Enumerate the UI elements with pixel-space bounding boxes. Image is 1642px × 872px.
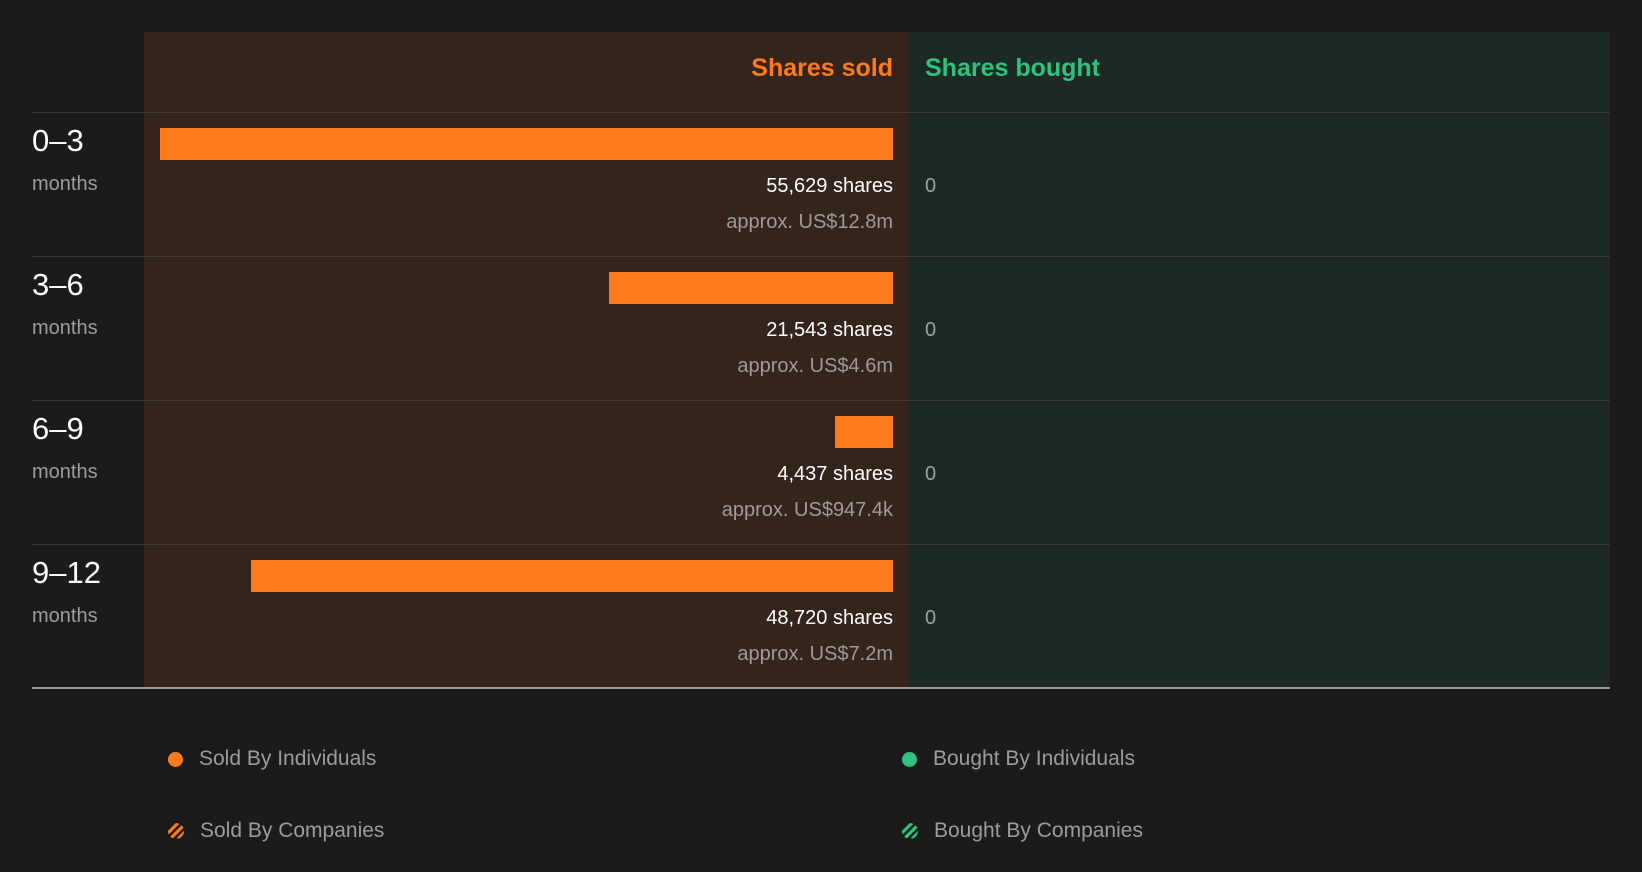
insider-trading-chart: Shares sold Shares bought 0–3 months 55,62… [0, 0, 1642, 700]
legend: Sold By Individuals Bought By Individual… [0, 700, 1642, 872]
legend-label: Bought By Companies [934, 819, 1143, 842]
shares-sold-header: Shares sold [751, 54, 893, 82]
row-period-label: 0–3 [32, 123, 84, 158]
shares-bought-value: 0 [925, 175, 937, 197]
shares-bought-value: 0 [925, 463, 937, 485]
row-divider [32, 544, 1610, 545]
shares-bought-value: 0 [925, 607, 937, 629]
sold-individuals-dot-icon [168, 751, 183, 767]
row-period-unit: months [32, 461, 98, 483]
header-divider [32, 112, 1610, 113]
legend-label: Bought By Individuals [933, 747, 1135, 770]
row-divider [32, 256, 1610, 257]
legend-item-bought-individuals: Bought By Individuals [902, 747, 1135, 771]
shares-sold-bar [609, 272, 893, 304]
shares-sold-approx-value: approx. US$7.2m [737, 643, 893, 665]
row-period-label: 3–6 [32, 267, 84, 302]
legend-item-sold-individuals: Sold By Individuals [168, 747, 376, 771]
row-period-unit: months [32, 173, 98, 195]
shares-sold-value: 55,629 shares [766, 175, 893, 197]
shares-bought-value: 0 [925, 319, 937, 341]
row-period-unit: months [32, 317, 98, 339]
shares-sold-approx-value: approx. US$12.8m [726, 211, 893, 233]
shares-sold-approx-value: approx. US$947.4k [721, 499, 893, 521]
row-period-label: 9–12 [32, 555, 101, 590]
row-period-unit: months [32, 605, 98, 627]
bought-individuals-dot-icon [902, 751, 917, 767]
shares-bought-panel [909, 32, 1610, 688]
shares-sold-bar [835, 416, 893, 448]
chart-baseline [32, 687, 1610, 689]
legend-item-bought-companies: Bought By Companies [902, 819, 1143, 843]
sold-companies-striped-dot-icon [168, 823, 184, 839]
row-period-label: 6–9 [32, 411, 84, 446]
shares-sold-bar [251, 560, 893, 592]
shares-sold-bar [160, 128, 893, 160]
legend-item-sold-companies: Sold By Companies [168, 819, 384, 843]
shares-sold-approx-value: approx. US$4.6m [737, 355, 893, 377]
shares-sold-value: 48,720 shares [766, 607, 893, 629]
shares-bought-header: Shares bought [925, 54, 1101, 82]
row-divider [32, 400, 1610, 401]
shares-sold-value: 4,437 shares [777, 463, 893, 485]
legend-label: Sold By Individuals [199, 747, 377, 770]
bought-companies-striped-dot-icon [902, 823, 918, 839]
legend-label: Sold By Companies [200, 819, 385, 842]
shares-sold-value: 21,543 shares [766, 319, 893, 341]
